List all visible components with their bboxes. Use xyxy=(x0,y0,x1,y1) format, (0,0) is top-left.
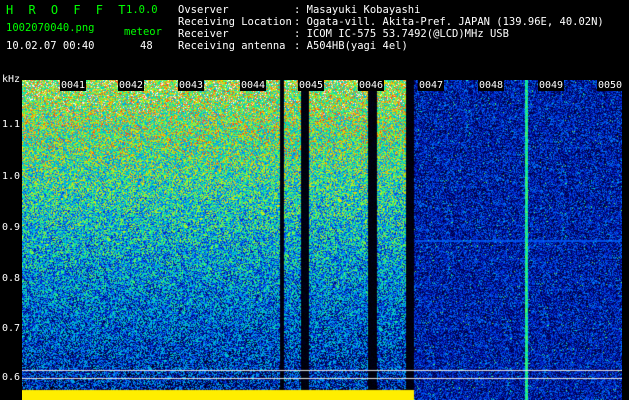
x-tick-label: 0047 xyxy=(418,80,445,91)
observer-label: Ovserver xyxy=(178,4,229,16)
observer-value: : Masayuki Kobayashi xyxy=(294,4,421,16)
x-tick-label: 0049 xyxy=(538,80,565,91)
x-tick-label: 0048 xyxy=(478,80,505,91)
antenna-value: : A504HB(yagi 4el) xyxy=(294,40,408,52)
x-tick-label: 0041 xyxy=(60,80,87,91)
meteor-label: meteor xyxy=(124,26,162,38)
x-tick-label: 0045 xyxy=(298,80,325,91)
spectrogram xyxy=(22,80,622,400)
y-tick-label: 1.0 xyxy=(2,171,21,182)
x-tick-label: 0044 xyxy=(240,80,267,91)
app-title: H R O F F T xyxy=(6,3,130,17)
file-name: 1002070040.png xyxy=(6,22,95,34)
location-label: Receiving Location xyxy=(178,16,292,28)
y-tick-label: 0.8 xyxy=(2,273,21,284)
y-unit-label: kHz xyxy=(2,74,21,85)
x-tick-label: 0042 xyxy=(118,80,145,91)
spectrogram-canvas xyxy=(22,80,622,400)
location-value: : Ogata-vill. Akita-Pref. JAPAN (139.96E… xyxy=(294,16,604,28)
x-tick-label: 0043 xyxy=(178,80,205,91)
y-tick-label: 1.1 xyxy=(2,119,21,130)
x-tick-label: 0050 xyxy=(597,80,624,91)
app-version: 1.0.0 xyxy=(126,4,158,16)
y-tick-label: 0.9 xyxy=(2,222,21,233)
meteor-count: 48 xyxy=(140,40,153,52)
header-panel: H R O F F T 1.0.0 1002070040.png meteor … xyxy=(0,0,629,72)
antenna-label: Receiving antenna xyxy=(178,40,286,52)
receiver-label: Receiver xyxy=(178,28,229,40)
y-tick-label: 0.7 xyxy=(2,323,21,334)
y-tick-label: 0.6 xyxy=(2,372,21,383)
date-time: 10.02.07 00:40 xyxy=(6,40,95,52)
x-tick-label: 0046 xyxy=(358,80,385,91)
receiver-value: : ICOM IC-575 53.7492(@LCD)MHz USB xyxy=(294,28,509,40)
